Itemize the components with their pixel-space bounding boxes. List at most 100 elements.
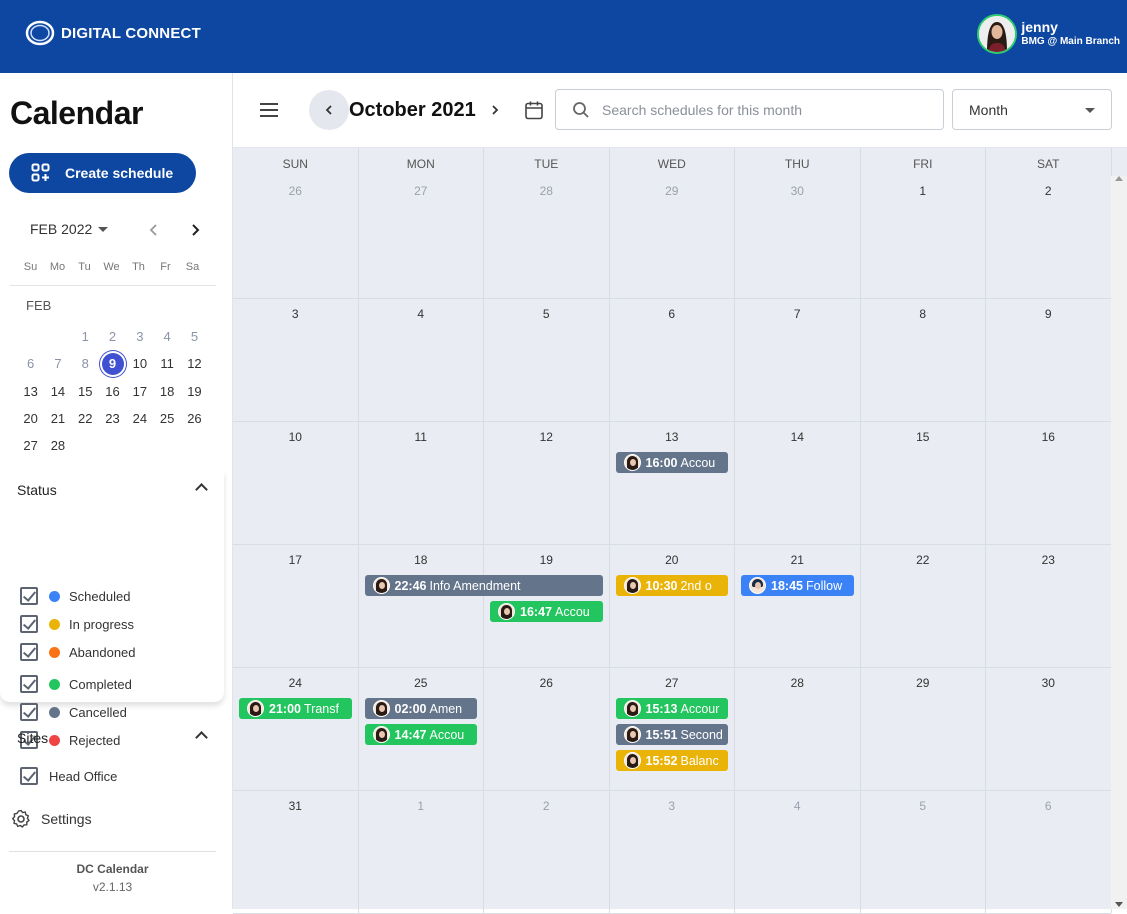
day-cell[interactable]: 1 <box>861 176 986 298</box>
mini-day[interactable]: 27 <box>17 432 44 459</box>
mini-day[interactable]: 25 <box>153 405 180 432</box>
mini-day[interactable]: 9 <box>101 352 124 375</box>
event-chip[interactable]: 21:00 Transf <box>239 698 352 719</box>
checkbox[interactable] <box>20 615 38 633</box>
mini-day[interactable]: 14 <box>44 378 71 405</box>
day-cell[interactable]: 7 <box>735 299 861 421</box>
mini-next-month-button[interactable] <box>188 220 202 243</box>
user-menu[interactable]: jenny BMG @ Main Branch <box>977 14 1120 54</box>
day-cell[interactable]: 3 <box>610 791 735 913</box>
day-cell[interactable]: 14 <box>735 422 861 544</box>
day-cell[interactable]: 13 <box>610 422 735 544</box>
day-cell[interactable]: 9 <box>986 299 1112 421</box>
day-cell[interactable]: 26 <box>484 668 610 790</box>
mini-month-picker[interactable]: FEB 2022 <box>30 221 109 237</box>
status-filter-completed[interactable]: Completed <box>20 675 132 693</box>
mini-day[interactable]: 16 <box>99 378 126 405</box>
checkbox[interactable] <box>20 643 38 661</box>
mini-day[interactable]: 28 <box>44 432 71 459</box>
mini-day[interactable]: 1 <box>72 323 99 350</box>
menu-icon[interactable] <box>260 103 278 117</box>
day-cell[interactable]: 5 <box>484 299 610 421</box>
status-filter-in-progress[interactable]: In progress <box>20 615 134 633</box>
scroll-down-arrow-icon[interactable] <box>1115 902 1123 907</box>
mini-day[interactable]: 18 <box>153 378 180 405</box>
scroll-up-arrow-icon[interactable] <box>1115 176 1123 181</box>
search-box[interactable] <box>555 89 944 130</box>
status-filter-cancelled[interactable]: Cancelled <box>20 703 127 721</box>
status-filter-scheduled[interactable]: Scheduled <box>20 587 130 605</box>
mini-day[interactable]: 13 <box>17 378 44 405</box>
chevron-up-icon[interactable] <box>195 731 208 744</box>
day-cell[interactable]: 4 <box>735 791 861 913</box>
event-chip[interactable]: 14:47 Accou <box>364 724 477 745</box>
day-cell[interactable]: 15 <box>861 422 986 544</box>
checkbox[interactable] <box>20 587 38 605</box>
checkbox[interactable] <box>20 703 38 721</box>
day-cell[interactable]: 21 <box>735 545 861 667</box>
settings-link[interactable]: Settings <box>11 809 92 829</box>
day-cell[interactable]: 8 <box>861 299 986 421</box>
calendar-icon[interactable] <box>524 100 544 120</box>
day-cell[interactable]: 26 <box>233 176 359 298</box>
day-cell[interactable]: 5 <box>861 791 986 913</box>
day-cell[interactable]: 28 <box>735 668 861 790</box>
day-cell[interactable]: 2 <box>484 791 610 913</box>
event-chip[interactable]: 15:52 Balanc <box>615 750 728 771</box>
prev-month-button[interactable] <box>309 90 349 130</box>
mini-day[interactable]: 4 <box>153 323 180 350</box>
scrollbar[interactable] <box>1111 176 1127 909</box>
day-cell[interactable]: 23 <box>986 545 1112 667</box>
mini-prev-month-button[interactable] <box>147 220 161 243</box>
chevron-up-icon[interactable] <box>195 483 208 496</box>
mini-day[interactable]: 3 <box>126 323 153 350</box>
mini-day[interactable]: 23 <box>99 405 126 432</box>
day-cell[interactable]: 10 <box>233 422 359 544</box>
day-cell[interactable]: 2 <box>986 176 1112 298</box>
event-chip[interactable]: 02:00 Amen <box>364 698 477 719</box>
site-filter-item[interactable]: Head Office <box>20 767 117 785</box>
day-cell[interactable]: 1 <box>359 791 484 913</box>
day-cell[interactable]: 12 <box>484 422 610 544</box>
day-cell[interactable]: 30 <box>986 668 1112 790</box>
checkbox[interactable] <box>20 767 38 785</box>
create-schedule-button[interactable]: Create schedule <box>9 153 196 193</box>
next-month-button[interactable] <box>485 100 505 120</box>
event-chip[interactable]: 16:00 Accou <box>615 452 728 473</box>
mini-day[interactable]: 6 <box>17 350 44 377</box>
day-cell[interactable]: 31 <box>233 791 359 913</box>
day-cell[interactable]: 27 <box>359 176 484 298</box>
event-chip[interactable]: 16:47 Accou <box>490 601 603 622</box>
mini-day[interactable]: 8 <box>72 350 99 377</box>
day-cell[interactable]: 20 <box>610 545 735 667</box>
mini-day[interactable]: 11 <box>153 350 180 377</box>
view-select[interactable]: Month <box>952 89 1112 130</box>
mini-day[interactable]: 10 <box>126 350 153 377</box>
day-cell[interactable]: 22 <box>861 545 986 667</box>
mini-day[interactable]: 20 <box>17 405 44 432</box>
day-cell[interactable]: 6 <box>986 791 1112 913</box>
day-cell[interactable]: 29 <box>610 176 735 298</box>
status-filter-abandoned[interactable]: Abandoned <box>20 643 136 661</box>
mini-day[interactable]: 17 <box>126 378 153 405</box>
mini-day[interactable]: 19 <box>181 378 208 405</box>
day-cell[interactable]: 30 <box>735 176 861 298</box>
event-chip[interactable]: 18:45 Follow <box>741 575 854 596</box>
mini-day[interactable]: 22 <box>72 405 99 432</box>
mini-day[interactable]: 12 <box>181 350 208 377</box>
search-input[interactable] <box>602 101 922 118</box>
mini-day[interactable]: 24 <box>126 405 153 432</box>
day-cell[interactable]: 28 <box>484 176 610 298</box>
day-cell[interactable]: 16 <box>986 422 1112 544</box>
day-cell[interactable]: 11 <box>359 422 484 544</box>
checkbox[interactable] <box>20 675 38 693</box>
mini-day[interactable]: 21 <box>44 405 71 432</box>
day-cell[interactable]: 18 <box>359 545 484 667</box>
mini-day[interactable]: 5 <box>181 323 208 350</box>
day-cell[interactable]: 29 <box>861 668 986 790</box>
brand-logo[interactable]: DIGITAL CONNECT <box>25 20 201 46</box>
day-cell[interactable]: 24 <box>233 668 359 790</box>
mini-day[interactable]: 7 <box>44 350 71 377</box>
mini-day[interactable]: 15 <box>72 378 99 405</box>
day-cell[interactable]: 6 <box>610 299 735 421</box>
